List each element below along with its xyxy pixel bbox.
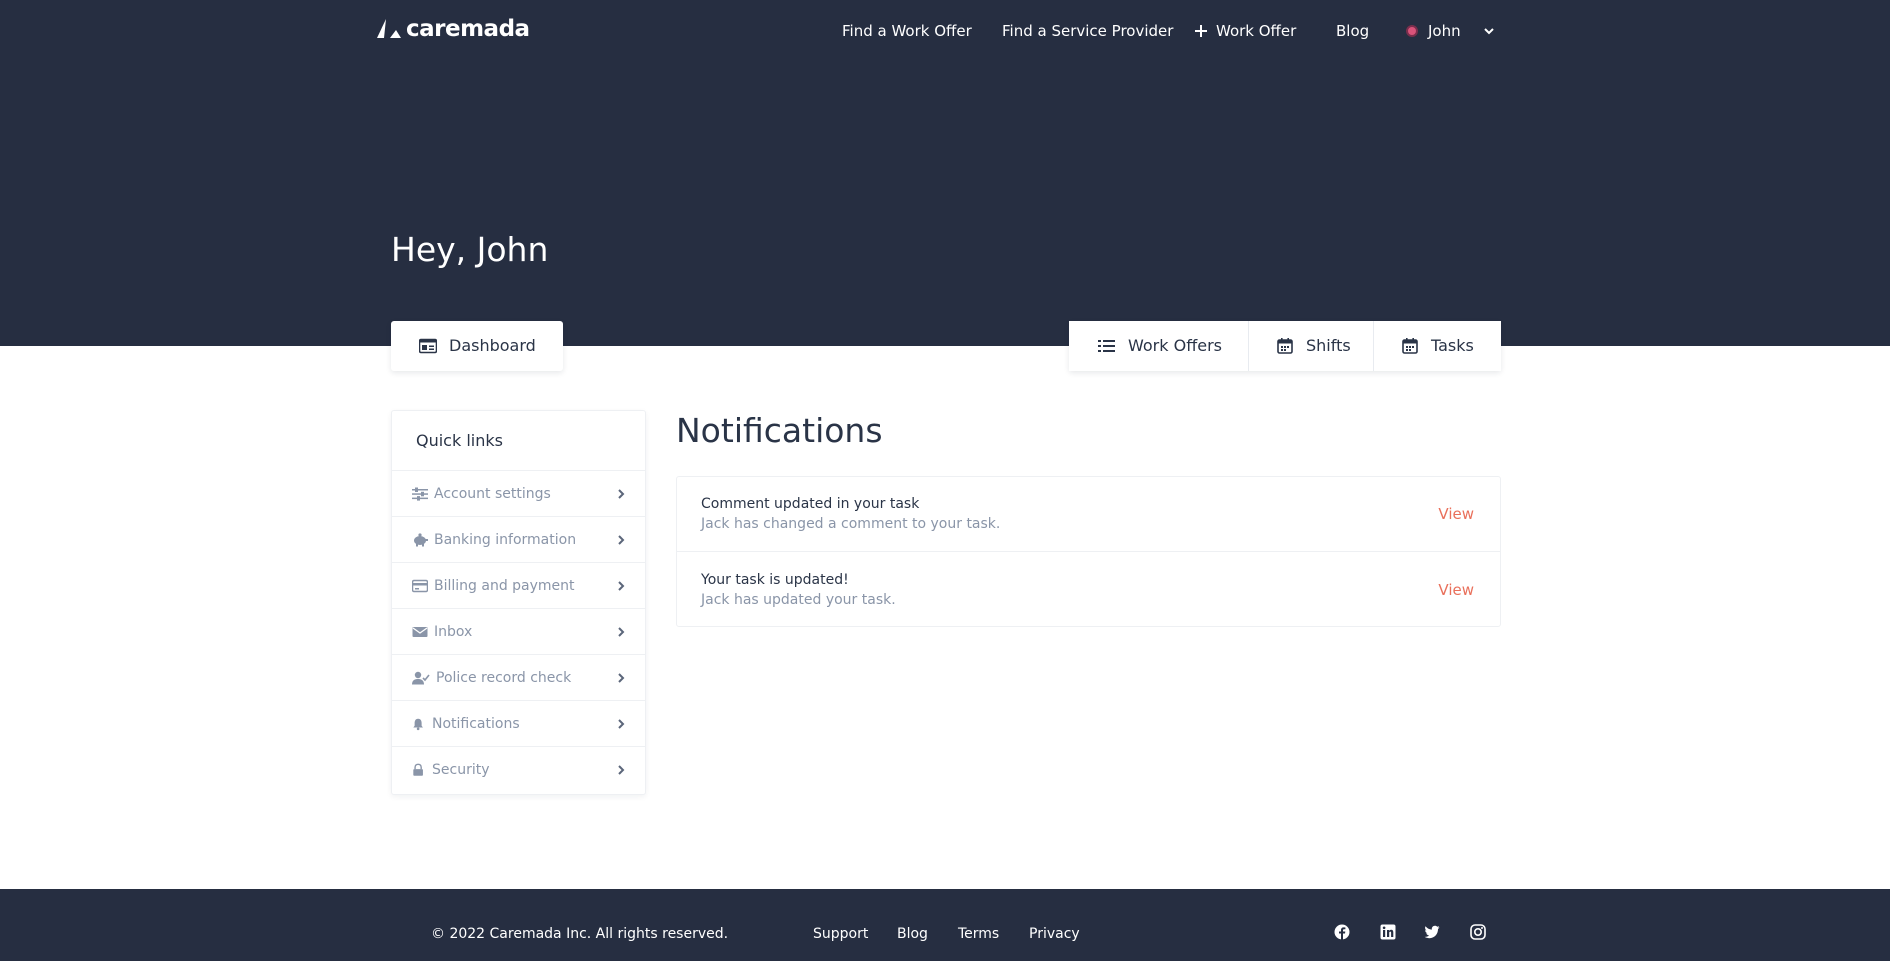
user-name: John	[1428, 22, 1461, 40]
sidebar-item-banking-information[interactable]: Banking information	[392, 517, 645, 563]
sidebar-item-police-record-check[interactable]: Police record check	[392, 655, 645, 701]
tab-dashboard-label: Dashboard	[449, 336, 536, 355]
lock-icon	[413, 763, 423, 776]
sidebar-item-label: Billing and payment	[434, 577, 575, 594]
sidebar-item-label: Banking information	[434, 531, 577, 548]
logo-text: caremada	[406, 16, 530, 42]
id-card-icon	[419, 338, 437, 354]
chevron-right-icon	[618, 718, 625, 729]
sidebar-title: Quick links	[392, 411, 645, 471]
quick-links-sidebar: Quick links Account settings Banking inf…	[391, 410, 646, 795]
copyright: © 2022 Caremada Inc. All rights reserved…	[431, 926, 729, 942]
sidebar-item-inbox[interactable]: Inbox	[392, 609, 645, 655]
tab-shifts[interactable]: Shifts	[1249, 321, 1374, 371]
list-item: Your task is updated! Jack has updated y…	[677, 552, 1500, 627]
notification-detail: Jack has updated your task.	[701, 591, 896, 608]
footer: © 2022 Caremada Inc. All rights reserved…	[0, 889, 1890, 961]
user-check-icon	[412, 671, 430, 684]
view-link[interactable]: View	[1438, 505, 1474, 523]
notification-text: Comment updated in your task Jack has ch…	[701, 494, 1438, 534]
footer-link-support[interactable]: Support	[813, 924, 868, 944]
notification-detail: Jack has changed a comment to your task.	[701, 516, 1001, 532]
list-item: Comment updated in your task Jack has ch…	[677, 477, 1500, 552]
footer-link-privacy[interactable]: Privacy	[1029, 924, 1080, 944]
credit-card-icon	[412, 579, 428, 592]
twitter-icon[interactable]	[1424, 924, 1440, 940]
tab-tasks-label: Tasks	[1431, 336, 1474, 355]
sidebar-item-label: Police record check	[436, 669, 572, 686]
tab-shifts-label: Shifts	[1306, 336, 1351, 355]
nav-add-work-offer-label: Work Offer	[1216, 22, 1297, 40]
nav-find-work-offer[interactable]: Find a Work Offer	[842, 19, 972, 43]
calendar-icon	[1402, 338, 1418, 354]
avatar	[1406, 25, 1418, 37]
notifications-list: Comment updated in your task Jack has ch…	[676, 476, 1501, 627]
footer-link-blog[interactable]: Blog	[897, 924, 928, 944]
sidebar-item-security[interactable]: Security	[392, 747, 645, 793]
sidebar-item-billing-and-payment[interactable]: Billing and payment	[392, 563, 645, 609]
chevron-right-icon	[618, 488, 625, 499]
tab-group-right: Work Offers Shifts Tasks	[1069, 321, 1501, 371]
chevron-right-icon	[618, 626, 625, 637]
caremada-logo-icon	[377, 19, 401, 38]
sidebar-item-account-settings[interactable]: Account settings	[392, 471, 645, 517]
notification-heading: Comment updated in your task	[701, 496, 920, 512]
notifications-heading: Notifications	[676, 411, 883, 450]
calendar-icon	[1277, 338, 1293, 354]
footer-link-terms[interactable]: Terms	[958, 924, 999, 944]
tab-work-offers[interactable]: Work Offers	[1069, 321, 1249, 371]
hero-header: caremada Find a Work Offer Find a Servic…	[0, 0, 1890, 346]
chevron-right-icon	[618, 580, 625, 591]
facebook-icon[interactable]	[1334, 924, 1350, 940]
tab-tasks[interactable]: Tasks	[1374, 321, 1501, 371]
page-greeting: Hey, John	[391, 230, 549, 269]
tab-work-offers-label: Work Offers	[1128, 336, 1222, 355]
nav-add-work-offer[interactable]: Work Offer	[1195, 19, 1296, 43]
nav-find-service-provider[interactable]: Find a Service Provider	[1002, 19, 1173, 43]
bell-icon	[413, 718, 423, 730]
chevron-right-icon	[618, 534, 625, 545]
sliders-icon	[412, 487, 428, 501]
user-menu[interactable]: John	[1406, 19, 1495, 43]
nav-blog[interactable]: Blog	[1336, 19, 1369, 43]
chevron-right-icon	[618, 672, 625, 683]
notification-heading: Your task is updated!	[701, 571, 849, 588]
plus-icon	[1195, 25, 1207, 37]
linkedin-icon[interactable]	[1380, 924, 1396, 940]
tab-dashboard[interactable]: Dashboard	[391, 321, 563, 371]
sidebar-item-label: Notifications	[432, 715, 520, 732]
sidebar-item-label: Inbox	[434, 623, 473, 640]
instagram-icon[interactable]	[1470, 924, 1486, 940]
sidebar-item-label: Security	[432, 762, 490, 778]
sidebar-item-notifications[interactable]: Notifications	[392, 701, 645, 747]
sidebar-item-label: Account settings	[434, 485, 551, 502]
list-icon	[1098, 340, 1115, 352]
envelope-icon	[412, 626, 428, 637]
view-link[interactable]: View	[1438, 581, 1474, 599]
piggy-bank-icon	[414, 532, 428, 546]
notification-text: Your task is updated! Jack has updated y…	[701, 570, 1438, 610]
caremada-logo[interactable]: caremada	[376, 16, 530, 42]
chevron-right-icon	[618, 765, 625, 775]
chevron-down-icon	[1483, 28, 1494, 35]
